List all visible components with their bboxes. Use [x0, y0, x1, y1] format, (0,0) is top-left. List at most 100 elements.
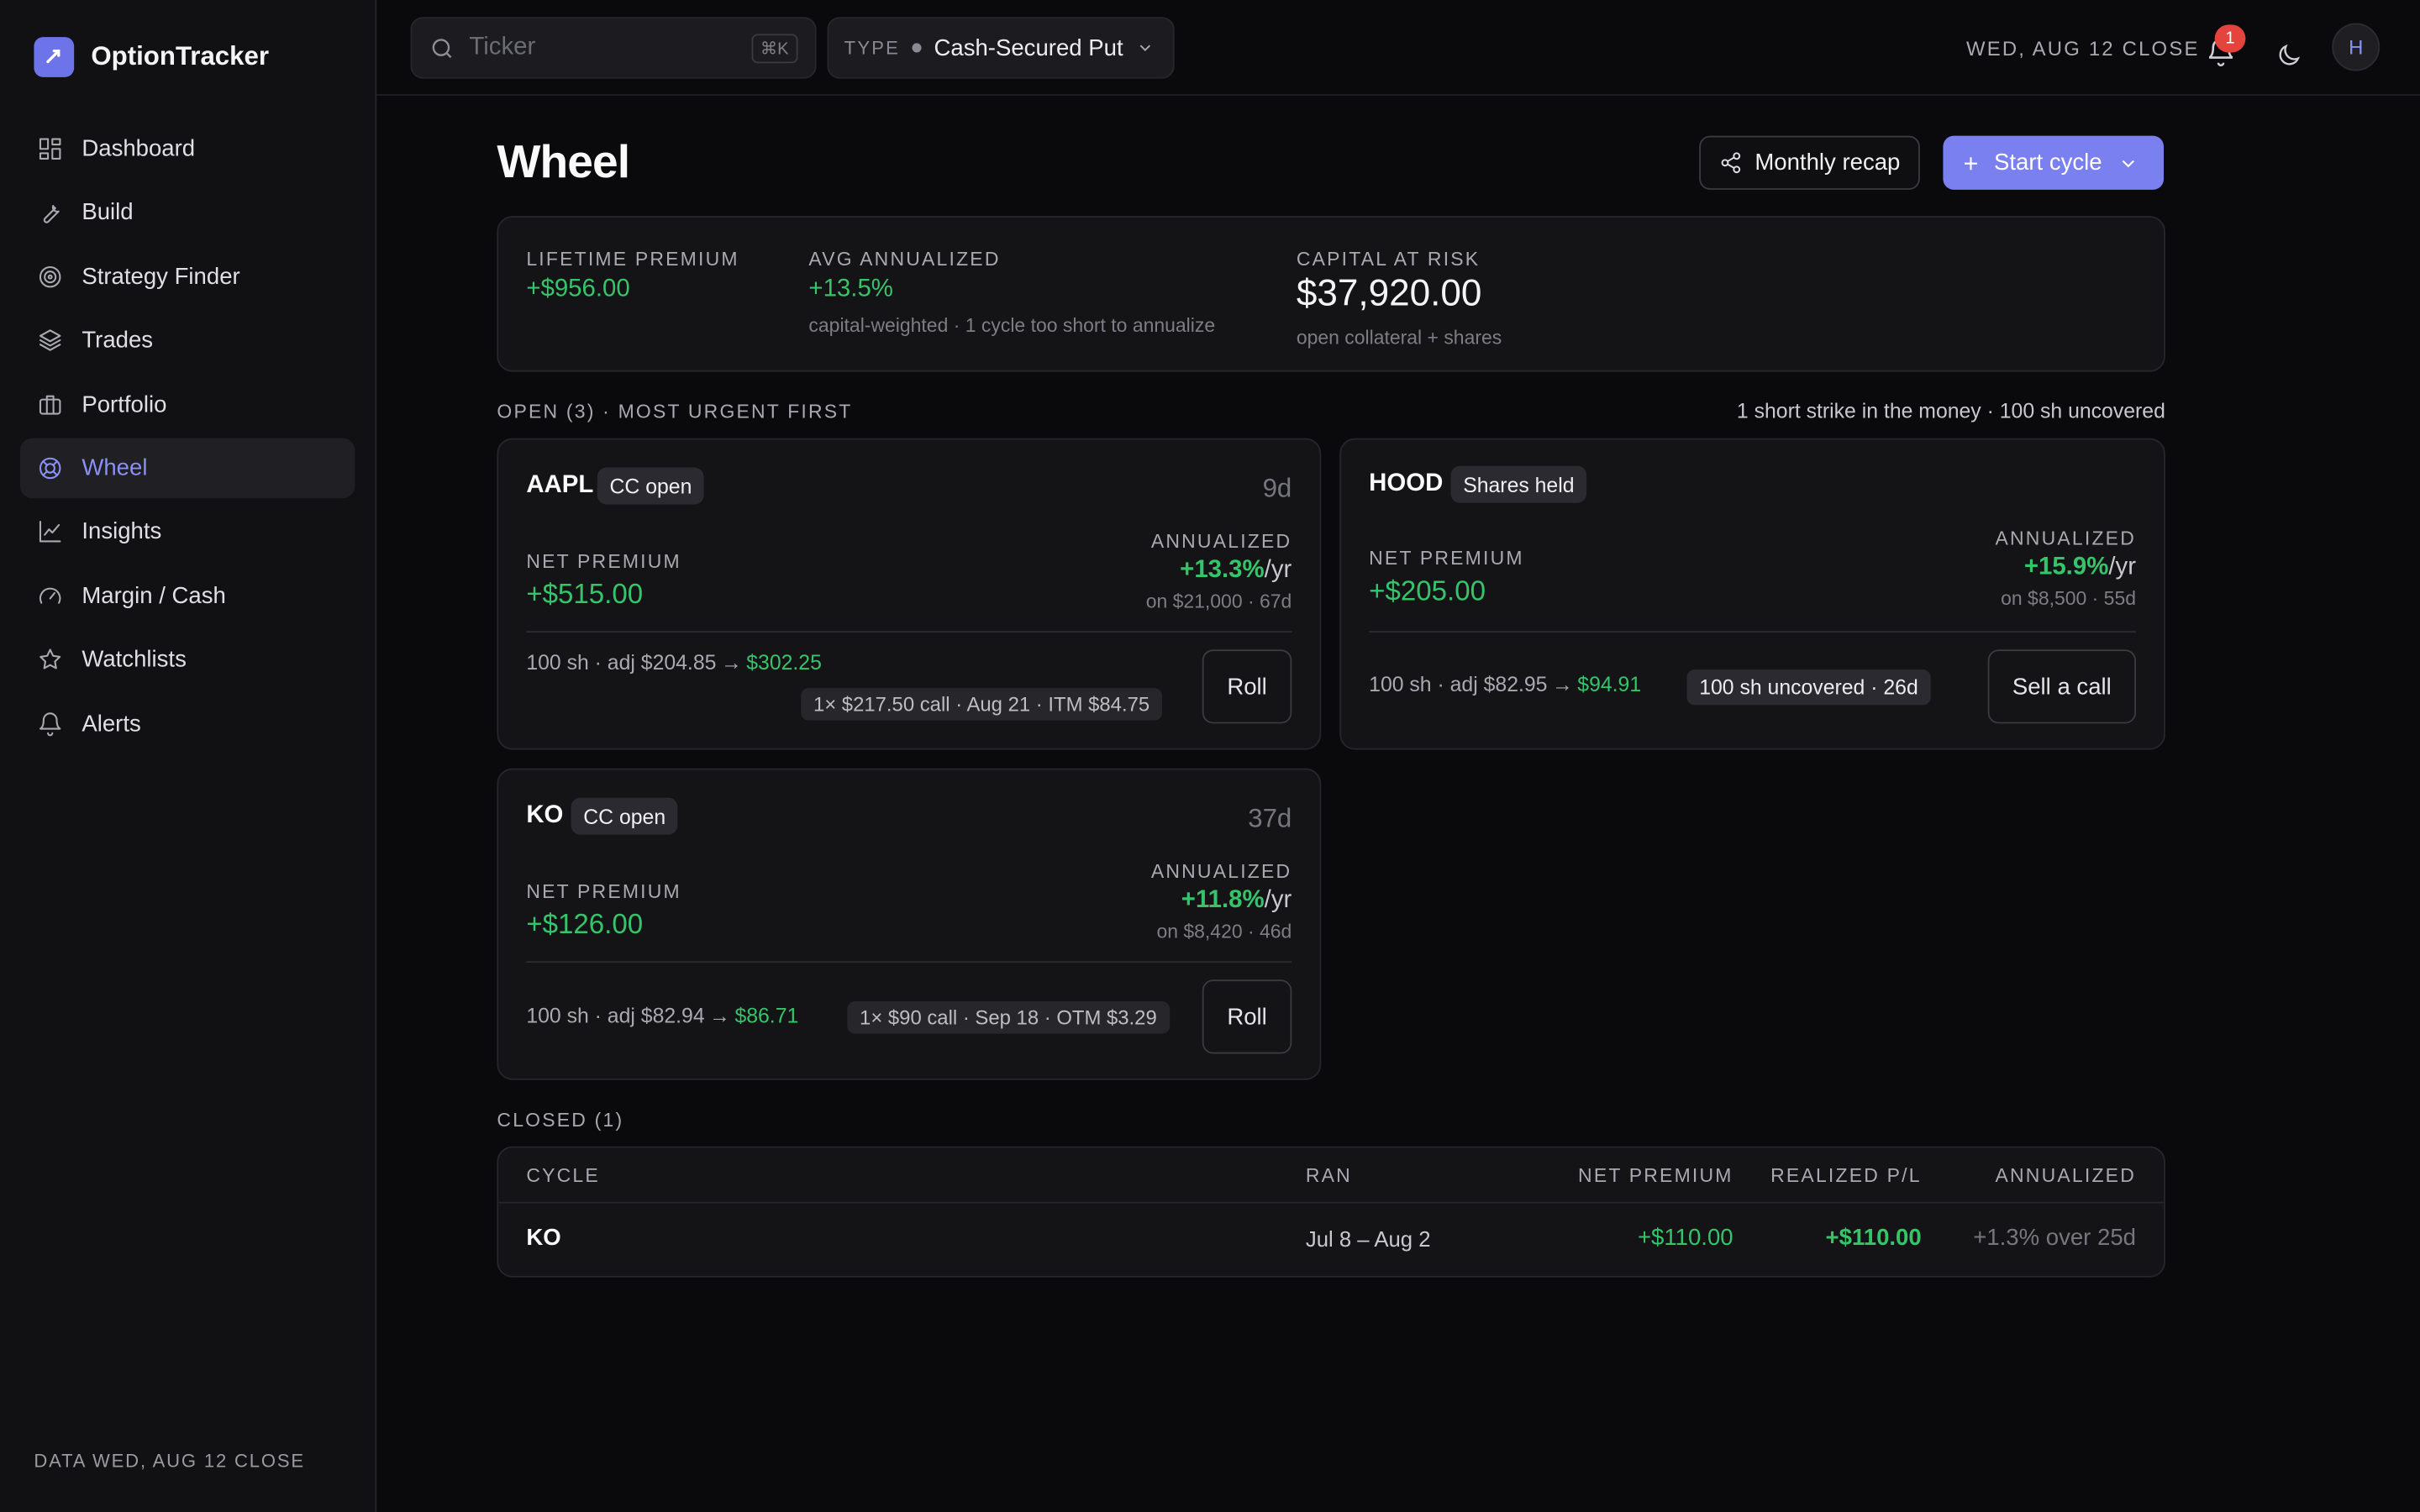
stat-sub: capital-weighted · 1 cycle too short to …	[808, 314, 1216, 337]
share-icon	[1721, 152, 1741, 174]
chevron-down-icon	[2122, 159, 2135, 167]
roll-button[interactable]: Roll	[1202, 979, 1292, 1054]
open-heading: OPEN (3) · MOST URGENT FIRST	[497, 401, 853, 423]
type-value: Cash-Secured Put	[934, 34, 1123, 61]
search-input[interactable]	[469, 34, 747, 62]
stat-lifetime-premium: LIFETIME PREMIUM +$956.00	[526, 249, 739, 304]
annualized-unit: /yr	[1264, 557, 1292, 584]
wheel-card-hood[interactable]: HOOD Shares held NET PREMIUM +$205.00 AN…	[1339, 438, 2165, 750]
market-date: WED, AUG 12 CLOSE	[1965, 37, 2200, 60]
avatar[interactable]: H	[2332, 23, 2381, 71]
net-premium-label: NET PREMIUM	[526, 550, 681, 573]
wheel-card-aapl[interactable]: AAPL CC open 9d NET PREMIUM +$515.00 ANN…	[497, 438, 1322, 750]
top-bar: ⌘K TYPE Cash-Secured Put WED, AUG 12 CLO…	[376, 0, 2420, 96]
stat-label: CAPITAL AT RISK	[1296, 248, 1481, 270]
sidebar-item-label: Margin / Cash	[82, 582, 226, 610]
ticker: HOOD	[1369, 470, 1444, 497]
cell-realized-pl: +$110.00	[1825, 1225, 1922, 1252]
theme-toggle[interactable]	[2275, 33, 2302, 81]
type-dot-icon	[912, 43, 922, 53]
annualized-basis: on $8,420 · 46d	[1156, 921, 1292, 943]
position-chip: 1× $90 call · Sep 18 · OTM $3.29	[847, 1001, 1170, 1034]
app-logo-icon	[34, 37, 75, 77]
type-filter-dropdown[interactable]: TYPE Cash-Secured Put	[827, 17, 1175, 79]
stat-value: +$956.00	[526, 276, 630, 302]
sidebar-item-watchlists[interactable]: Watchlists	[20, 630, 355, 690]
sidebar-item-label: Insights	[82, 518, 162, 545]
annualized-number: +13.3%	[1180, 557, 1265, 584]
monthly-recap-label: Monthly recap	[1754, 150, 1901, 176]
wheel-card-ko[interactable]: KO CC open 37d NET PREMIUM +$126.00 ANNU…	[497, 768, 1322, 1080]
sidebar: OptionTracker Dashboard Build Strategy F…	[0, 0, 377, 1512]
sidebar-item-wheel[interactable]: Wheel	[19, 438, 355, 499]
column-header: CYCLE	[526, 1164, 600, 1187]
sidebar-item-label: Strategy Finder	[82, 263, 240, 290]
annualized-value: +13.3%/yr	[1180, 557, 1292, 585]
closed-cycles-table: CYCLE RAN NET PREMIUM REALIZED P/L ANNUA…	[497, 1146, 2165, 1278]
sidebar-item-margin-cash[interactable]: Margin / Cash	[20, 566, 355, 627]
roll-button[interactable]: Roll	[1202, 649, 1292, 724]
bell-icon	[39, 711, 61, 736]
gauge-icon	[39, 587, 61, 604]
open-summary: 1 short strike in the money · 100 sh unc…	[1736, 399, 2165, 423]
annualized-label: ANNUALIZED	[1995, 528, 2136, 549]
stat-capital-at-risk: CAPITAL AT RISK $37,920.00 open collater…	[1297, 249, 1502, 349]
sidebar-item-dashboard[interactable]: Dashboard	[20, 118, 355, 179]
sidebar-item-label: Alerts	[82, 710, 141, 738]
sidebar-item-build[interactable]: Build	[20, 182, 355, 243]
ticker: AAPL	[526, 472, 594, 499]
arrow-right-icon: →	[1551, 672, 1573, 696]
annualized-basis: on $21,000 · 67d	[1145, 591, 1292, 613]
star-icon	[39, 648, 61, 669]
sidebar-item-label: Portfolio	[82, 391, 167, 417]
divider	[1369, 631, 2136, 633]
sidebar-item-strategy-finder[interactable]: Strategy Finder	[20, 246, 355, 307]
chevron-down-icon	[1139, 45, 1150, 51]
cell-ran: Jul 8 – Aug 2	[1305, 1226, 1431, 1252]
ticker-search[interactable]: ⌘K	[410, 17, 817, 79]
column-header: RAN	[1305, 1164, 1352, 1187]
page-title: Wheel	[497, 137, 630, 189]
annualized-value: +15.9%/yr	[2024, 554, 2136, 581]
search-shortcut: ⌘K	[750, 34, 798, 64]
current-price: $302.25	[746, 651, 822, 675]
cell-annualized: +1.3% over 25d	[1973, 1225, 2136, 1252]
sidebar-item-label: Build	[82, 199, 134, 226]
cell-cycle: KO	[526, 1225, 561, 1252]
type-label: TYPE	[844, 37, 901, 59]
brand[interactable]: OptionTracker	[34, 37, 269, 77]
sidebar-item-portfolio[interactable]: Portfolio	[20, 375, 355, 435]
briefcase-icon	[39, 394, 61, 414]
app-name: OptionTracker	[91, 41, 270, 71]
shares-basis: 100 sh · adj $82.94	[526, 1004, 705, 1028]
current-price: $94.91	[1577, 672, 1642, 696]
arrow-right-icon: →	[720, 651, 742, 675]
column-header: REALIZED P/L	[1770, 1164, 1922, 1187]
notification-badge: 1	[2214, 24, 2246, 53]
sidebar-nav: Dashboard Build Strategy Finder Trades P…	[19, 118, 355, 757]
shares-line: 100 sh · adj $82.94 → $86.71	[526, 1005, 798, 1028]
sidebar-item-alerts[interactable]: Alerts	[20, 694, 355, 754]
wrench-icon	[43, 205, 60, 224]
sell-call-button[interactable]: Sell a call	[1987, 649, 2136, 724]
start-cycle-button[interactable]: Start cycle	[1943, 135, 2165, 190]
moon-icon	[2279, 44, 2301, 66]
start-cycle-label: Start cycle	[1994, 150, 2102, 176]
annualized-label: ANNUALIZED	[1150, 860, 1292, 883]
annualized-unit: /yr	[2108, 554, 2136, 580]
sidebar-item-label: Dashboard	[82, 135, 196, 162]
sidebar-item-label: Watchlists	[82, 646, 187, 674]
stat-sub: open collateral + shares	[1296, 327, 1502, 349]
target-icon	[39, 265, 61, 288]
current-price: $86.71	[734, 1004, 799, 1028]
shares-line: 100 sh · adj $204.85 → $302.25	[526, 651, 822, 675]
lifebuoy-icon	[39, 457, 61, 480]
sidebar-item-trades[interactable]: Trades	[20, 310, 355, 370]
monthly-recap-button[interactable]: Monthly recap	[1699, 135, 1921, 190]
sidebar-item-insights[interactable]: Insights	[20, 502, 355, 563]
days-to-expiry: 9d	[1262, 473, 1292, 503]
annualized-basis: on $8,500 · 55d	[2001, 587, 2136, 610]
annualized-label: ANNUALIZED	[1150, 530, 1292, 553]
shares-line: 100 sh · adj $82.95 → $94.91	[1369, 673, 1641, 696]
divider	[498, 1201, 2165, 1204]
